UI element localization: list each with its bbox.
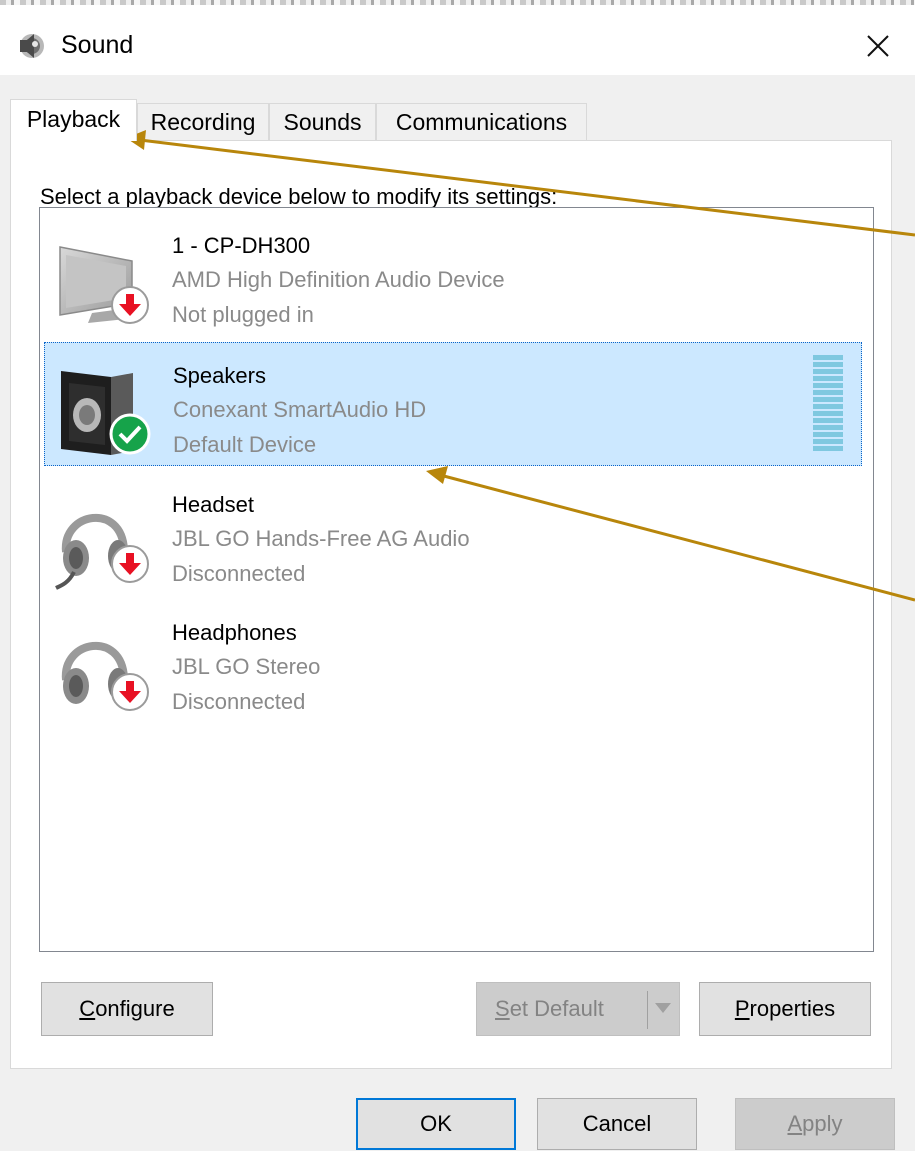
close-button[interactable]: [855, 23, 901, 69]
tab-recording[interactable]: Recording: [137, 103, 269, 141]
disconnected-arrow-icon: [111, 286, 149, 324]
disconnected-arrow-icon: [111, 673, 149, 711]
button-label: pply: [802, 1111, 843, 1136]
properties-button[interactable]: Properties: [699, 982, 871, 1036]
device-description: AMD High Definition Audio Device: [172, 267, 505, 292]
tab-communications[interactable]: Communications: [376, 103, 587, 141]
speaker-device-icon: [53, 363, 153, 463]
mnemonic: P: [734, 996, 750, 1021]
button-label: et Default: [509, 996, 604, 1021]
default-check-icon: [109, 413, 151, 455]
mnemonic: A: [787, 1111, 803, 1136]
tab-sounds[interactable]: Sounds: [269, 103, 376, 141]
apply-button[interactable]: Apply: [735, 1098, 895, 1150]
device-status: Default Device: [173, 432, 317, 457]
set-default-button[interactable]: Set Default: [476, 982, 680, 1036]
button-label: roperties: [749, 996, 836, 1021]
volume-level-meter: [813, 355, 843, 451]
device-description: JBL GO Hands-Free AG Audio: [172, 526, 470, 551]
monitor-icon: [52, 233, 152, 333]
chevron-down-icon[interactable]: [655, 1003, 671, 1013]
ok-button[interactable]: OK: [356, 1098, 516, 1150]
headphones-icon: [52, 620, 152, 720]
headset-icon: [52, 492, 152, 592]
device-list[interactable]: 1 - CP-DH300 AMD High Definition Audio D…: [39, 207, 874, 952]
device-status: Disconnected: [172, 689, 306, 714]
device-name: Headset: [172, 492, 254, 517]
disconnected-arrow-icon: [111, 545, 149, 583]
cancel-button[interactable]: Cancel: [537, 1098, 697, 1150]
device-status: Disconnected: [172, 561, 306, 586]
device-item-speakers[interactable]: Speakers Conexant SmartAudio HD Default …: [44, 342, 862, 466]
device-item-headphones[interactable]: Headphones JBL GO Stereo Disconnected: [44, 600, 862, 724]
device-name: 1 - CP-DH300: [172, 233, 311, 258]
mnemonic: C: [79, 996, 96, 1021]
device-status: Not plugged in: [172, 302, 314, 327]
device-item-cp-dh300[interactable]: 1 - CP-DH300 AMD High Definition Audio D…: [44, 213, 862, 337]
window-title: Sound: [61, 31, 134, 59]
button-label: onfigure: [95, 996, 175, 1021]
device-item-headset[interactable]: Headset JBL GO Hands-Free AG Audio Disco…: [44, 472, 862, 596]
split-divider: [647, 991, 648, 1029]
speaker-icon: [16, 31, 46, 61]
device-name: Speakers: [173, 363, 266, 388]
title-bar: Sound: [0, 5, 915, 75]
device-name: Headphones: [172, 620, 297, 645]
device-description: JBL GO Stereo: [172, 654, 321, 679]
device-description: Conexant SmartAudio HD: [173, 397, 427, 422]
mnemonic: S: [495, 996, 510, 1021]
tab-playback[interactable]: Playback: [10, 99, 137, 141]
configure-button[interactable]: Configure: [41, 982, 213, 1036]
close-icon: [867, 35, 889, 57]
dialog-client-area: Playback Recording Sounds Communications…: [0, 75, 915, 1151]
